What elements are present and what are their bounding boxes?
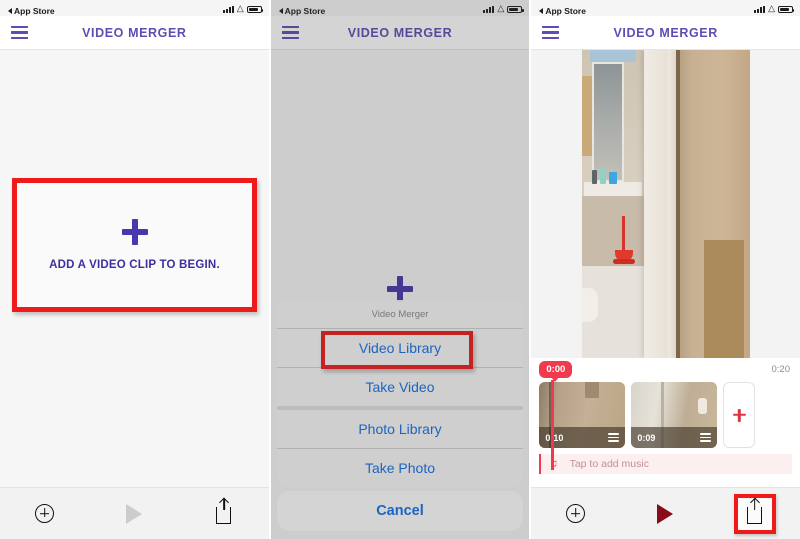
add-video-clip-dropzone-highlight[interactable]: ADD A VIDEO CLIP TO BEGIN. xyxy=(12,178,257,312)
signal-icon xyxy=(483,5,495,13)
preview-toilet xyxy=(581,288,598,322)
status-bar-indicators: △ xyxy=(483,3,524,13)
status-bar-back-to-app-store[interactable]: App Store xyxy=(8,5,55,16)
clip-item[interactable]: 0:09 xyxy=(631,382,718,448)
status-bar: App Store △ xyxy=(531,0,800,16)
wifi-icon: △ xyxy=(236,3,244,13)
action-sheet-item-take-video[interactable]: Take Video xyxy=(276,368,524,410)
preview-bottle xyxy=(608,172,617,184)
preview-counter xyxy=(583,182,642,196)
video-preview[interactable] xyxy=(531,50,800,358)
battery-icon xyxy=(246,5,264,13)
share-icon xyxy=(747,506,763,524)
add-video-clip-dropzone[interactable] xyxy=(387,276,413,302)
battery-icon xyxy=(777,5,795,13)
play-button[interactable] xyxy=(645,497,685,531)
bottom-toolbar xyxy=(0,487,269,539)
editor-body: 0:00 0:20 0:10 0:09 Tap to add music xyxy=(531,50,800,487)
preview-window xyxy=(589,50,636,62)
action-sheet-item-video-library[interactable]: Video Library xyxy=(276,329,524,368)
add-clip-icon xyxy=(566,504,586,523)
total-duration-label: 0:20 xyxy=(771,364,790,375)
page-title: VIDEO MERGER xyxy=(613,25,718,40)
page-title: VIDEO MERGER xyxy=(347,25,453,40)
share-icon xyxy=(216,506,232,524)
add-video-clip-dropzone[interactable]: ADD A VIDEO CLIP TO BEGIN. xyxy=(17,183,252,307)
add-clip-icon xyxy=(35,504,55,523)
hamburger-menu-icon[interactable] xyxy=(542,25,560,40)
action-sheet-body: Video Merger Video Library Take Video Ph… xyxy=(270,50,530,539)
plus-icon xyxy=(387,276,413,302)
signal-icon xyxy=(222,5,234,13)
action-sheet-item-photo-library[interactable]: Photo Library xyxy=(276,410,524,449)
back-label: App Store xyxy=(284,5,326,16)
add-music-label: Tap to add music xyxy=(569,458,649,470)
preview-wood-panel xyxy=(703,240,744,358)
add-clip-tile-button[interactable] xyxy=(723,382,756,448)
battery-icon xyxy=(507,5,524,13)
back-triangle-icon xyxy=(539,7,544,14)
back-label: App Store xyxy=(14,5,55,16)
status-bar: App Store △ xyxy=(0,0,269,16)
page-title: VIDEO MERGER xyxy=(82,25,187,40)
screen-source-action-sheet: App Store △ VIDEO MERGER Video Merger Vi… xyxy=(270,0,530,539)
action-sheet-title: Video Merger xyxy=(276,300,524,329)
status-bar: App Store △ xyxy=(271,0,530,16)
app-nav-bar: VIDEO MERGER xyxy=(0,16,269,50)
three-panel-screenshot-strip: App Store △ VIDEO MERGER ADD A VIDEO CLI… xyxy=(0,0,800,539)
plus-icon xyxy=(733,409,746,422)
hamburger-menu-icon[interactable] xyxy=(11,25,28,40)
hamburger-menu-icon[interactable] xyxy=(281,25,299,40)
preview-lower-wall xyxy=(581,196,644,266)
add-music-bar[interactable]: ♫ Tap to add music xyxy=(539,454,792,474)
clip-duration-label: 0:10 xyxy=(545,432,564,443)
clip-list: 0:10 0:09 xyxy=(531,382,800,448)
preview-mirror xyxy=(591,62,624,182)
drag-handle-icon[interactable] xyxy=(608,433,620,442)
preview-plunger-rim xyxy=(612,259,635,264)
signal-icon xyxy=(754,5,766,13)
preview-bottle xyxy=(599,168,606,184)
back-triangle-icon xyxy=(278,7,283,14)
add-clip-button[interactable] xyxy=(25,497,65,531)
playhead-marker[interactable] xyxy=(551,380,554,470)
cancel-button[interactable]: Cancel xyxy=(276,491,524,531)
empty-state-body: ADD A VIDEO CLIP TO BEGIN. xyxy=(0,50,269,487)
timeline-header: 0:00 0:20 xyxy=(531,358,800,382)
wifi-icon: △ xyxy=(497,3,505,13)
share-button[interactable] xyxy=(204,497,244,531)
clip-footer: 0:09 xyxy=(631,427,718,448)
status-bar-back-to-app-store[interactable]: App Store xyxy=(539,5,586,16)
screen-editor-with-clips: App Store △ VIDEO MERGER 0:00 0:20 0:10 … xyxy=(531,0,800,539)
play-icon xyxy=(656,503,673,524)
bottom-toolbar xyxy=(531,487,800,539)
action-sheet-item-take-photo[interactable]: Take Photo xyxy=(276,449,524,487)
back-triangle-icon xyxy=(8,7,12,14)
app-nav-bar: VIDEO MERGER xyxy=(531,16,800,50)
status-bar-back-to-app-store[interactable]: App Store xyxy=(278,5,326,16)
app-nav-bar: VIDEO MERGER xyxy=(270,16,530,50)
video-preview-frame xyxy=(581,50,750,358)
add-clip-prompt-label: ADD A VIDEO CLIP TO BEGIN. xyxy=(49,259,220,271)
play-icon xyxy=(126,503,143,524)
play-button[interactable] xyxy=(114,497,154,531)
playhead-time-badge: 0:00 xyxy=(539,361,573,382)
preview-bottle xyxy=(591,170,597,184)
status-bar-indicators: △ xyxy=(754,3,795,13)
drag-handle-icon[interactable] xyxy=(700,433,712,442)
share-button-highlighted[interactable] xyxy=(733,493,776,534)
add-clip-button[interactable] xyxy=(556,497,596,531)
source-action-sheet: Video Merger Video Library Take Video Ph… xyxy=(276,300,524,487)
timeline: 0:00 0:20 0:10 0:09 Tap to add music xyxy=(531,358,800,487)
clip-duration-label: 0:09 xyxy=(637,432,656,443)
plus-icon xyxy=(122,219,148,245)
back-label: App Store xyxy=(545,5,586,16)
status-bar-indicators: △ xyxy=(222,3,264,13)
screen-empty-state: App Store △ VIDEO MERGER ADD A VIDEO CLI… xyxy=(0,0,269,539)
wifi-icon: △ xyxy=(768,3,775,13)
